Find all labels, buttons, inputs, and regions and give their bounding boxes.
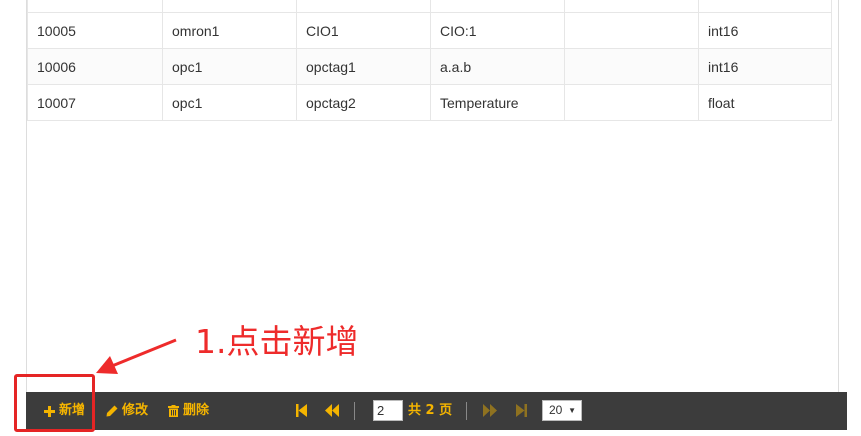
table-cell [430, 0, 565, 13]
add-button-label: 新增 [59, 403, 86, 418]
page-number-input[interactable] [373, 400, 403, 421]
table-row[interactable]: 10007 opc1 opctag2 Temperature float [27, 84, 832, 121]
page-size-select[interactable]: 20 ▼ [542, 400, 582, 421]
table-row[interactable]: 10005 omron1 CIO1 CIO:1 int16 [27, 12, 832, 49]
next-page-icon[interactable] [483, 404, 497, 421]
delete-button-label: 删除 [183, 403, 210, 418]
trash-icon [168, 405, 179, 417]
table-cell: Temperature [430, 84, 565, 121]
table-cell [564, 84, 699, 121]
first-page-icon[interactable] [296, 404, 307, 421]
table-cell: opc1 [162, 84, 297, 121]
chevron-down-icon: ▼ [568, 406, 576, 415]
table-cell [564, 12, 699, 49]
table-cell: 10006 [27, 48, 163, 85]
table-cell [296, 0, 431, 13]
last-page-icon[interactable] [516, 404, 527, 421]
edit-button[interactable]: 修改 [106, 392, 148, 430]
pencil-icon [106, 405, 118, 417]
table-cell [564, 0, 699, 13]
table-cell: a.a.b [430, 48, 565, 85]
table-cell: omron1 [162, 12, 297, 49]
table-cell: 10007 [27, 84, 163, 121]
table-row[interactable] [27, 0, 832, 13]
table-cell: 10005 [27, 12, 163, 49]
table-cell [698, 0, 832, 13]
toolbar-divider [466, 402, 467, 420]
table-cell [162, 0, 297, 13]
table-cell: CIO:1 [430, 12, 565, 49]
plus-icon [44, 405, 55, 417]
previous-page-icon[interactable] [325, 404, 339, 421]
table-row[interactable]: 10006 opc1 opctag1 a.a.b int16 [27, 48, 832, 85]
table-cell: opctag2 [296, 84, 431, 121]
table-cell: float [698, 84, 832, 121]
delete-button[interactable]: 删除 [168, 392, 209, 430]
table-cell: CIO1 [296, 12, 431, 49]
table-cell [564, 48, 699, 85]
page-size-value: 20 [549, 403, 563, 417]
data-grid-panel: 10005 omron1 CIO1 CIO:1 int16 10006 opc1… [26, 0, 839, 392]
edit-button-label: 修改 [122, 403, 149, 418]
table-cell [27, 0, 163, 13]
table-cell: opctag1 [296, 48, 431, 85]
table-cell: opc1 [162, 48, 297, 85]
total-pages-text: 共 2 页 [408, 403, 453, 418]
toolbar-divider [354, 402, 355, 420]
table-cell: int16 [698, 48, 832, 85]
annotation-text: 1.点击新增 [195, 322, 359, 361]
table-cell: int16 [698, 12, 832, 49]
data-table: 10005 omron1 CIO1 CIO:1 int16 10006 opc1… [27, 0, 832, 121]
bottom-toolbar: 新增 修改 删除 共 2 页 20 ▼ [26, 392, 847, 430]
add-button[interactable]: 新增 [44, 392, 85, 430]
